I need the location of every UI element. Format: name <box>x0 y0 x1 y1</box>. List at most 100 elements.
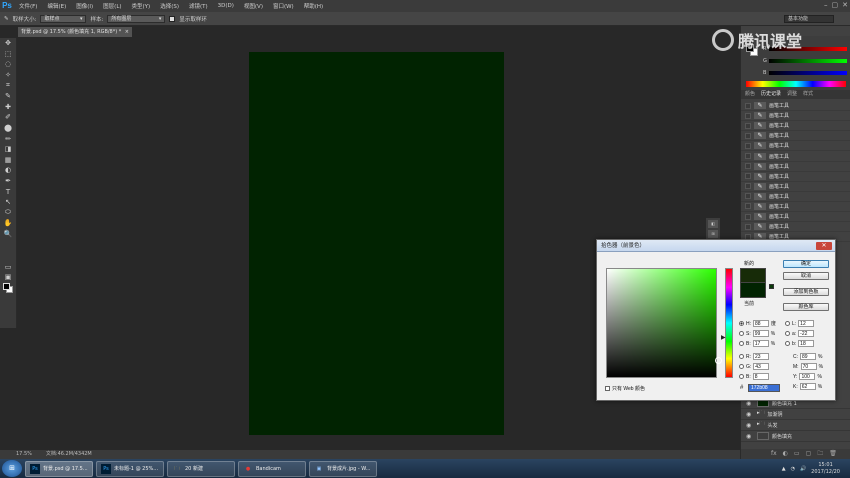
m-input[interactable]: 70 <box>800 363 817 370</box>
foreground-color-swatch[interactable] <box>3 283 10 290</box>
tab-adjustments[interactable]: 调整 <box>787 90 797 99</box>
history-item[interactable]: ✎ 画笔工具 <box>741 101 850 112</box>
minimize-button[interactable]: – <box>824 1 828 9</box>
history-checkbox[interactable] <box>745 122 751 129</box>
history-item[interactable]: ✎ 画笔工具 <box>741 151 850 162</box>
menu-view[interactable]: 视图(V) <box>239 2 268 10</box>
history-item[interactable]: ✎ 画笔工具 <box>741 212 850 223</box>
menu-type[interactable]: 类型(Y) <box>127 2 156 10</box>
path-select-tool-icon[interactable]: ↖ <box>0 197 16 208</box>
color-cursor[interactable] <box>715 357 722 364</box>
eyedropper-tool-icon[interactable]: ✎ <box>4 16 9 22</box>
history-item[interactable]: ✎ 画笔工具 <box>741 111 850 122</box>
show-hidden-icons-icon[interactable]: ▲ <box>782 466 786 472</box>
menu-window[interactable]: 窗口(W) <box>268 2 299 10</box>
history-item[interactable]: ✎ 画笔工具 <box>741 131 850 142</box>
eye-icon[interactable]: ◉ <box>746 411 754 418</box>
crop-tool-icon[interactable]: ⌗ <box>0 80 16 91</box>
sample-select[interactable]: 所有图层 ▾ <box>107 14 166 23</box>
lab-b-radio[interactable] <box>785 341 790 346</box>
workspace-select[interactable]: 基本功能 <box>784 15 834 23</box>
taskbar-item-photoshop-1[interactable]: Ps 背景.psd @ 17.5... <box>25 460 93 477</box>
network-icon[interactable]: ◔ <box>791 466 795 472</box>
hue-slider-handle[interactable]: ▶ <box>721 334 726 341</box>
menu-layer[interactable]: 图层(L) <box>98 2 126 10</box>
tab-color[interactable]: 颜色 <box>745 90 755 99</box>
a-input[interactable]: -22 <box>798 330 815 337</box>
history-checkbox[interactable] <box>745 153 751 160</box>
history-checkbox[interactable] <box>745 112 751 119</box>
trash-icon[interactable]: 🗑 <box>829 449 837 459</box>
layer-row[interactable]: ◉ ▸🗀 加渐阴 <box>741 409 850 420</box>
volume-icon[interactable]: 🔊 <box>800 466 806 472</box>
quick-mask-tool-icon[interactable]: ▭ <box>0 261 16 272</box>
screen-mode-tool-icon[interactable]: ▣ <box>0 272 16 283</box>
document-tab[interactable]: 背景.psd @ 17.5% (颜色填充 1, RGB/8*) * × <box>18 27 132 37</box>
eraser-tool-icon[interactable]: ◨ <box>0 144 16 155</box>
taskbar-item-bandicam[interactable]: ● Bandicam <box>238 460 306 477</box>
sample-size-select[interactable]: 取样点 ▾ <box>40 14 87 23</box>
history-checkbox[interactable] <box>745 173 751 180</box>
cancel-button[interactable]: 取消 <box>783 272 829 280</box>
current-color-swatch[interactable] <box>740 283 766 298</box>
history-checkbox[interactable] <box>745 213 751 220</box>
blue-radio[interactable] <box>739 374 744 379</box>
b-slider[interactable] <box>769 71 847 75</box>
c-input[interactable]: 89 <box>800 353 816 360</box>
history-item[interactable]: ✎ 画笔工具 <box>741 162 850 172</box>
l-radio[interactable] <box>785 321 790 326</box>
history-item[interactable]: ✎ 画笔工具 <box>741 222 850 233</box>
g-input[interactable]: 43 <box>753 363 770 370</box>
history-item[interactable]: ✎ 画笔工具 <box>741 121 850 132</box>
menu-filter[interactable]: 滤镜(T) <box>184 2 213 10</box>
fx-icon[interactable]: fx <box>771 449 777 459</box>
blue-input[interactable]: 8 <box>752 373 769 380</box>
zoom-level[interactable]: 17.5% <box>16 450 32 459</box>
menu-help[interactable]: 帮助(H) <box>299 2 328 10</box>
menu-3d[interactable]: 3D(D) <box>213 3 239 9</box>
menu-select[interactable]: 选择(S) <box>155 2 184 10</box>
marquee-tool-icon[interactable]: ⬚ <box>0 49 16 60</box>
menu-file[interactable]: 文件(F) <box>14 2 42 10</box>
menu-edit[interactable]: 编辑(E) <box>42 2 71 10</box>
history-checkbox[interactable] <box>745 142 751 149</box>
r-input[interactable]: 23 <box>753 353 769 360</box>
add-to-swatches-button[interactable]: 添加到色板 <box>783 288 829 296</box>
stamp-tool-icon[interactable]: ⬤ <box>0 123 16 134</box>
a-radio[interactable] <box>785 331 790 336</box>
panel-icon[interactable]: ⊞ <box>708 230 718 238</box>
eyedropper-tool-icon[interactable]: ✎ <box>0 91 16 102</box>
l-input[interactable]: 12 <box>798 320 815 327</box>
history-checkbox[interactable] <box>745 163 751 170</box>
b-radio[interactable] <box>739 341 744 346</box>
h-radio[interactable] <box>739 321 744 326</box>
show-ring-checkbox[interactable] <box>169 15 176 22</box>
hue-slider[interactable] <box>725 268 733 378</box>
zoom-tool-icon[interactable]: 🔍 <box>0 229 16 240</box>
move-tool-icon[interactable]: ✥ <box>0 38 16 49</box>
g-slider[interactable] <box>769 59 847 63</box>
s-radio[interactable] <box>739 331 744 336</box>
k-input[interactable]: 62 <box>799 383 816 390</box>
color-spectrum[interactable] <box>746 81 846 87</box>
close-icon[interactable]: × <box>125 27 129 37</box>
mask-icon[interactable]: ▭ <box>794 449 800 459</box>
history-checkbox[interactable] <box>745 183 751 190</box>
history-brush-tool-icon[interactable]: ✏ <box>0 133 16 144</box>
history-checkbox[interactable] <box>745 223 751 230</box>
taskbar-item-photoshop-2[interactable]: Ps 未标题-1 @ 25%... <box>96 460 164 477</box>
eye-icon[interactable]: ◉ <box>746 422 754 429</box>
hand-tool-icon[interactable]: ✋ <box>0 218 16 229</box>
lasso-tool-icon[interactable]: ◌ <box>0 59 16 70</box>
gradient-tool-icon[interactable]: ▦ <box>0 155 16 166</box>
layer-row[interactable]: ◉ 颜色填充 <box>741 431 850 442</box>
quick-select-tool-icon[interactable]: ✧ <box>0 70 16 81</box>
close-button[interactable]: ✕ <box>842 1 848 9</box>
web-color-warning-icon[interactable] <box>769 284 774 289</box>
y-input[interactable]: 100 <box>799 373 816 380</box>
history-checkbox[interactable] <box>745 193 751 200</box>
saturation-brightness-field[interactable] <box>606 268 722 378</box>
s-input[interactable]: 99 <box>752 330 769 337</box>
h-input[interactable]: 88 <box>753 320 769 327</box>
tab-styles[interactable]: 样式 <box>803 90 813 99</box>
